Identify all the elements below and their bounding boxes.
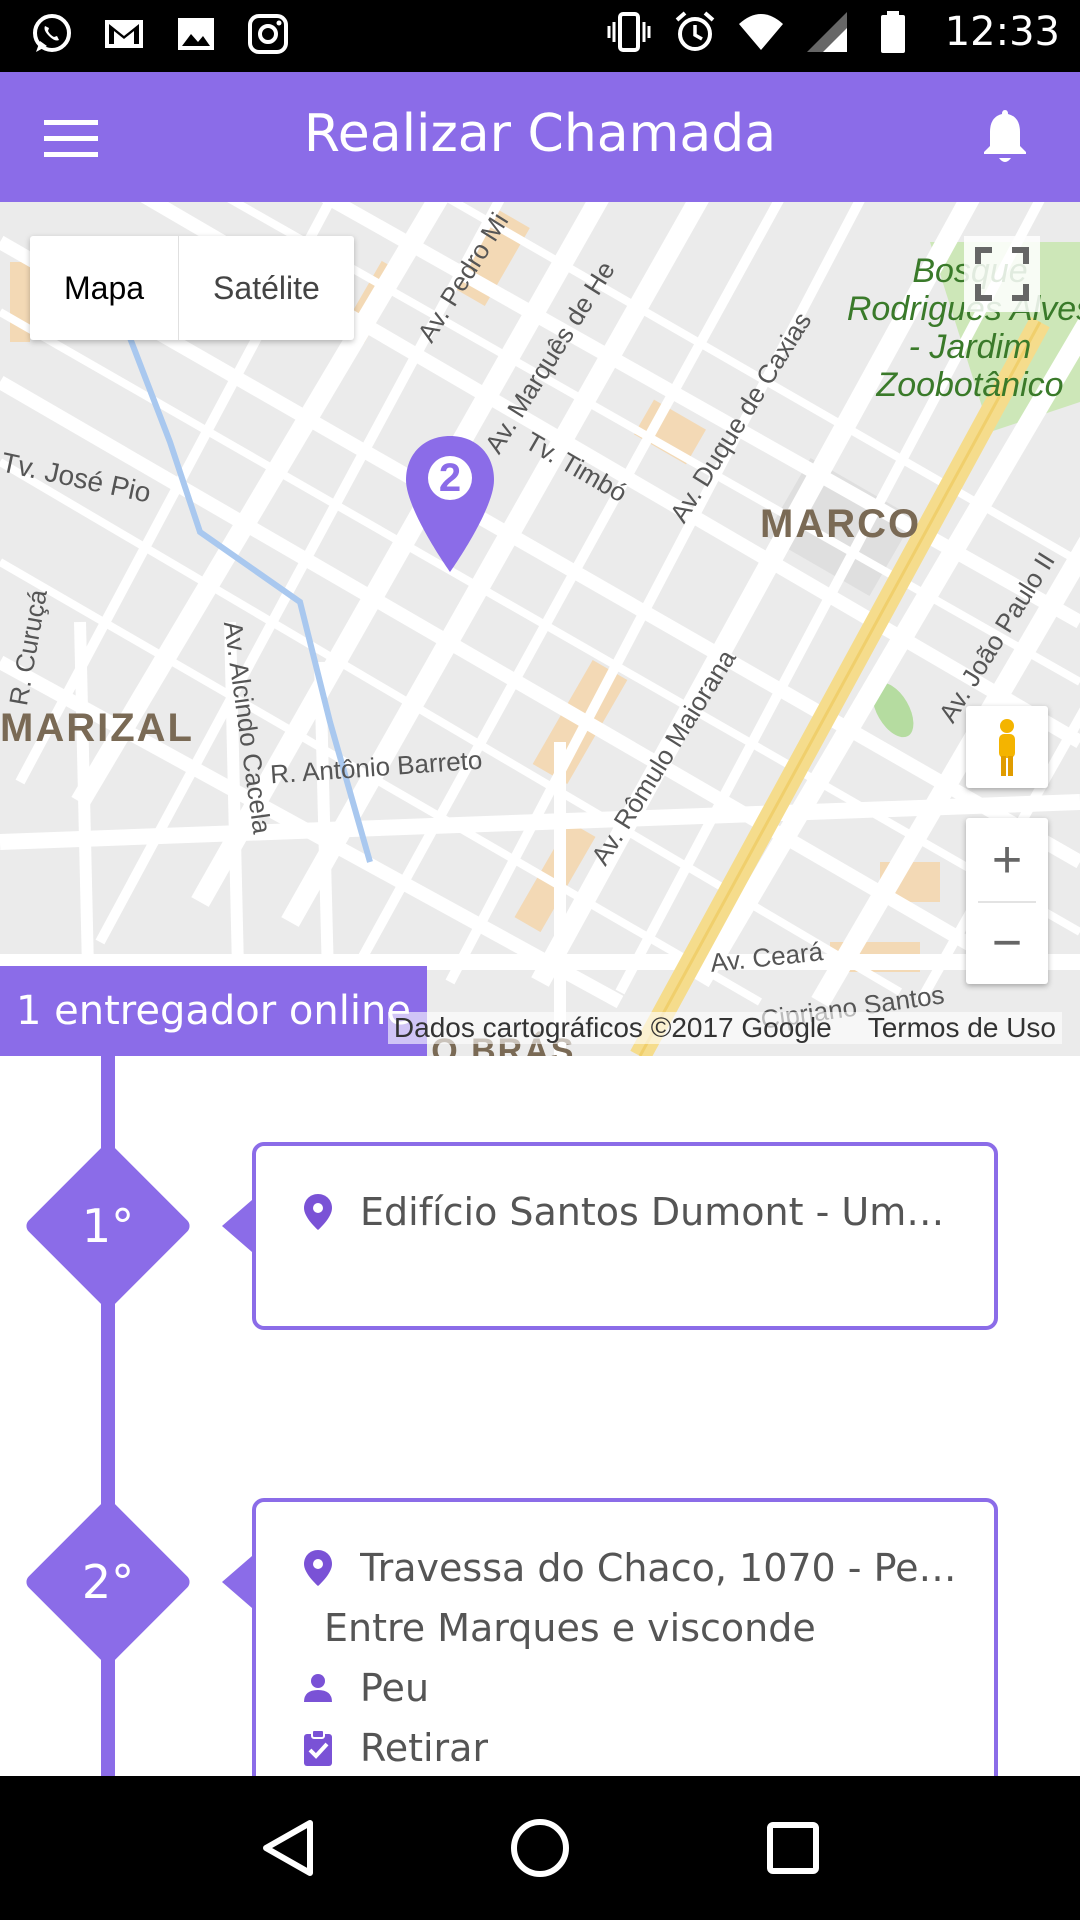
zoom-out-button[interactable]: − bbox=[966, 901, 1048, 984]
district-label-marco: MARCO bbox=[760, 502, 922, 546]
status-bar: 12:33 bbox=[0, 0, 1080, 72]
marker-number: 2 bbox=[438, 456, 462, 500]
stop-address-row: Edifício Santos Dumont - Umarizal, … bbox=[300, 1182, 966, 1242]
clipboard-check-icon bbox=[304, 1729, 332, 1766]
stop-2-card[interactable]: Travessa do Chaco, 1070 - Pedreira,… Ent… bbox=[252, 1498, 998, 1776]
location-pin-icon bbox=[304, 1550, 332, 1586]
stop-1-card[interactable]: Edifício Santos Dumont - Umarizal, … bbox=[252, 1142, 998, 1330]
gmail-icon bbox=[105, 20, 143, 48]
location-pin-icon bbox=[304, 1194, 332, 1230]
stops-timeline: 1° Edifício Santos Dumont - Umarizal, … … bbox=[0, 1056, 1080, 1776]
stop-address: Travessa do Chaco, 1070 - Pedreira,… bbox=[360, 1546, 966, 1590]
system-nav-bar bbox=[0, 1776, 1080, 1920]
stop-address-row: Travessa do Chaco, 1070 - Pedreira,… bbox=[300, 1538, 966, 1598]
nav-recents-button[interactable] bbox=[743, 1798, 843, 1898]
marker-pin-icon bbox=[406, 436, 494, 572]
map-type-satellite-button[interactable]: Satélite bbox=[179, 236, 354, 340]
stop-action-row: Retirar bbox=[300, 1718, 966, 1776]
map-marker-stop-2[interactable]: 2 bbox=[402, 434, 498, 574]
clock: 12:33 bbox=[944, 9, 1060, 55]
page-title: Realizar Chamada bbox=[303, 104, 777, 164]
back-triangle-icon bbox=[262, 1820, 313, 1876]
signal-icon bbox=[806, 12, 847, 52]
card-pointer bbox=[222, 1200, 252, 1252]
recents-square-icon bbox=[767, 1822, 820, 1874]
stop-complement-row: Entre Marques e visconde bbox=[300, 1598, 966, 1658]
stop-order-label: 1° bbox=[81, 1199, 135, 1253]
wifi-icon bbox=[738, 14, 783, 50]
alarm-icon bbox=[675, 11, 715, 51]
district-label-umarizal: MARIZAL bbox=[0, 706, 194, 750]
map-attribution: Dados cartográficos ©2017 Google Termos d… bbox=[387, 1012, 1062, 1044]
notification-icons bbox=[28, 10, 292, 58]
zoom-divider bbox=[978, 901, 1036, 903]
image-icon bbox=[178, 18, 214, 50]
zoom-in-button[interactable]: + bbox=[966, 818, 1048, 901]
stop-order-label: 2° bbox=[81, 1555, 135, 1609]
nav-home-button[interactable] bbox=[490, 1798, 590, 1898]
stop-contact-row: Peu bbox=[300, 1658, 966, 1718]
map-data-credit: Dados cartográficos ©2017 Google bbox=[393, 1012, 832, 1043]
terms-of-use-link[interactable]: Termos de Uso bbox=[868, 1012, 1056, 1043]
stop-1-order-badge[interactable]: 1° bbox=[22, 1140, 194, 1312]
system-icons: 12:33 bbox=[605, 8, 1060, 56]
stop-action: Retirar bbox=[360, 1726, 489, 1770]
fullscreen-icon[interactable] bbox=[964, 236, 1040, 312]
instagram-icon bbox=[248, 14, 288, 54]
zoom-controls: + − bbox=[966, 818, 1048, 984]
map-view[interactable]: Tv. José Pio R. Curuçá Av. Pedro Mi Av. … bbox=[0, 202, 1080, 1056]
card-pointer bbox=[222, 1556, 252, 1608]
map-type-map-button[interactable]: Mapa bbox=[30, 236, 180, 340]
battery-icon bbox=[880, 11, 905, 53]
stop-contact: Peu bbox=[360, 1666, 430, 1710]
park-label: Bosque Rodrigues Alves - Jardim Zoobotân… bbox=[846, 252, 1080, 404]
nav-back-button[interactable] bbox=[237, 1798, 337, 1898]
map-type-toggle: Mapa Satélite bbox=[30, 236, 354, 340]
whatsapp-icon bbox=[33, 14, 71, 52]
stop-2-order-badge[interactable]: 2° bbox=[22, 1496, 194, 1668]
street-view-button[interactable] bbox=[966, 706, 1048, 788]
vibrate-icon bbox=[607, 12, 651, 52]
bell-icon[interactable] bbox=[970, 102, 1040, 172]
stop-complement: Entre Marques e visconde bbox=[324, 1606, 816, 1650]
home-circle-icon bbox=[510, 1819, 569, 1877]
app-bar: Realizar Chamada bbox=[0, 72, 1080, 202]
stop-address: Edifício Santos Dumont - Umarizal, … bbox=[360, 1190, 966, 1234]
person-icon bbox=[304, 1674, 332, 1702]
pegman-icon bbox=[999, 719, 1015, 776]
online-couriers-badge: 1 entregador online bbox=[0, 966, 427, 1056]
